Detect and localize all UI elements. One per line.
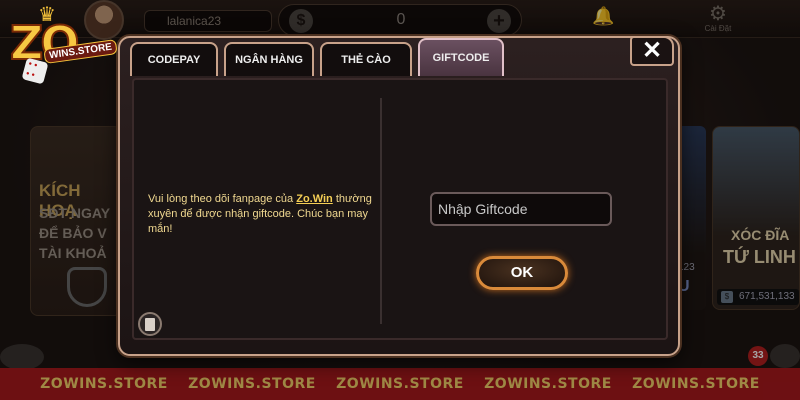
giftcode-info: Vui lòng theo dõi fanpage của Zo.Win thư…: [148, 192, 378, 237]
history-icon[interactable]: [138, 312, 162, 336]
tab-bank[interactable]: NGÂN HÀNG: [224, 42, 314, 76]
panel-divider: [380, 98, 382, 324]
ok-button[interactable]: OK: [476, 256, 568, 290]
tab-bar: CODEPAY NGÂN HÀNG THẺ CÀO GIFTCODE: [130, 38, 504, 78]
giftcode-panel: Vui lòng theo dõi fanpage của Zo.Win thư…: [132, 78, 668, 340]
giftcode-input[interactable]: [430, 192, 612, 226]
close-icon: ✕: [641, 37, 663, 64]
info-text-start: Vui lòng theo dõi fanpage của: [148, 193, 297, 205]
tab-codepay[interactable]: CODEPAY: [130, 42, 218, 76]
receipt-icon: [145, 317, 155, 331]
tab-giftcode[interactable]: GIFTCODE: [418, 38, 504, 76]
tab-scratch-card[interactable]: THẺ CÀO: [320, 42, 412, 76]
logo: ♛ ZO WINS.STORE: [4, 2, 122, 94]
dice-icon: [21, 57, 49, 85]
fanpage-link[interactable]: Zo.Win: [296, 193, 333, 205]
close-button[interactable]: ✕: [630, 36, 674, 66]
deposit-modal: CODEPAY NGÂN HÀNG THẺ CÀO GIFTCODE ✕ Vui…: [118, 36, 680, 356]
